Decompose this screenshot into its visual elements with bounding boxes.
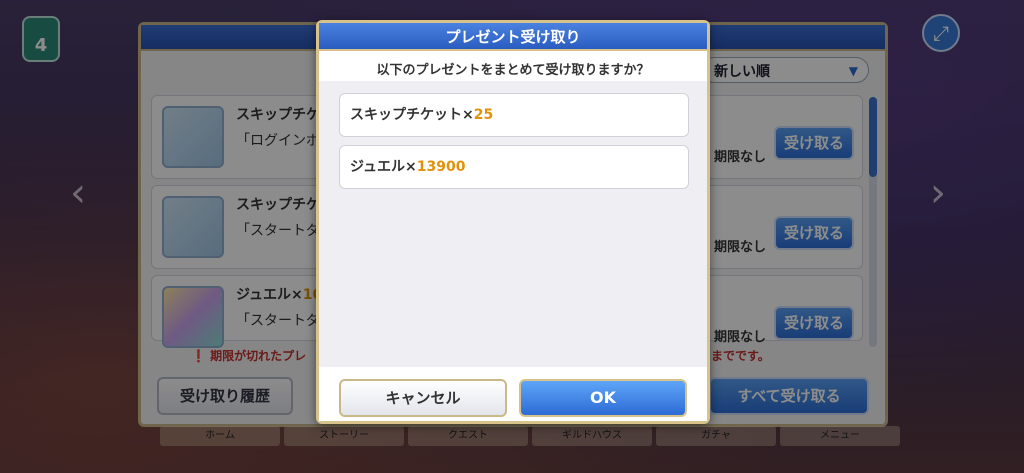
dialog-item-name: スキップチケット× bbox=[350, 107, 474, 123]
ok-button[interactable]: OK bbox=[519, 379, 687, 417]
dialog-title: プレゼント受け取り bbox=[319, 23, 707, 51]
dialog-footer: キャンセル OK bbox=[319, 367, 707, 421]
dialog-item-qty: 25 bbox=[473, 107, 494, 123]
dialog-question: 以下のプレゼントをまとめて受け取りますか？ bbox=[376, 63, 650, 78]
dialog-item: ジュエル×13900 bbox=[339, 145, 689, 189]
dialog-item-name: ジュエル× bbox=[350, 159, 417, 175]
dialog-item-list: スキップチケット×25 ジュエル×13900 bbox=[319, 81, 707, 367]
cancel-button[interactable]: キャンセル bbox=[339, 379, 507, 417]
receive-confirm-dialog: プレゼント受け取り 以下のプレゼントをまとめて受け取りますか？ スキップチケット… bbox=[316, 20, 710, 424]
dialog-item: スキップチケット×25 bbox=[339, 93, 689, 137]
dialog-item-qty: 13900 bbox=[416, 159, 466, 175]
